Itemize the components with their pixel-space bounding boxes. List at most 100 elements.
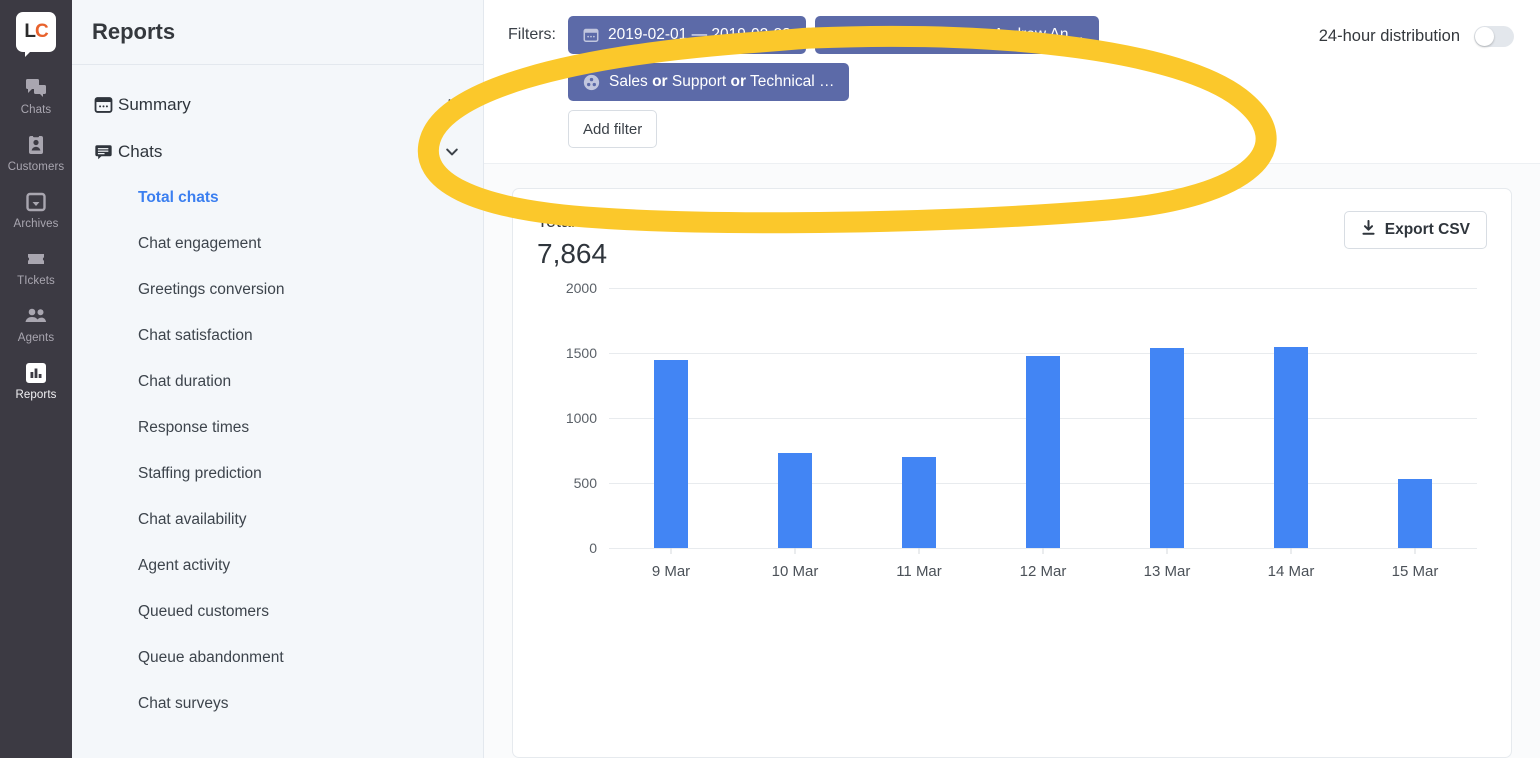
chart-y-tick-label: 0 — [589, 540, 597, 556]
info-icon[interactable]: i — [631, 214, 647, 229]
agents-part-2: Andrew An… — [990, 26, 1085, 43]
sidebar-item-staffing-prediction[interactable]: Staffing prediction — [72, 451, 483, 497]
archives-icon — [24, 189, 48, 215]
chart-bar-column[interactable] — [981, 288, 1105, 554]
groups-part-3: Technical … — [746, 73, 835, 90]
add-filter-button[interactable]: Add filter — [568, 110, 658, 148]
filter-pill-agents-label: Jane Janeowsky or Andrew An… — [856, 26, 1084, 44]
chats-icon — [24, 75, 48, 101]
chart-x-tick — [1042, 548, 1044, 554]
sidebar-item-queue-abandonment[interactable]: Queue abandonment — [72, 635, 483, 681]
chart-x-axis-label: 11 Mar — [896, 563, 942, 580]
card-header-left: Total chats i 7,864 — [537, 211, 647, 270]
chart-bar[interactable] — [1150, 347, 1184, 548]
chart-x-tick — [918, 548, 920, 554]
sidebar-item-chat-surveys[interactable]: Chat surveys — [72, 681, 483, 727]
rail-label-chats: Chats — [20, 104, 52, 116]
sidebar-item-label: Chat satisfaction — [138, 327, 253, 344]
filter-pill-groups-label: Sales or Support or Technical … — [609, 73, 834, 91]
export-csv-label: Export CSV — [1384, 221, 1470, 238]
sidebar-item-label: Queue abandonment — [138, 649, 284, 666]
sidebar-item-label: Chat surveys — [138, 695, 229, 712]
filter-pill-date-range-label: 2019-02-01 — 2019-02-28 — [608, 26, 791, 43]
rail-item-chats[interactable]: Chats — [0, 66, 72, 123]
groups-part-2: Support — [667, 73, 731, 90]
sidebar-item-chat-engagement[interactable]: Chat engagement — [72, 221, 483, 267]
sidebar-item-chat-satisfaction[interactable]: Chat satisfaction — [72, 313, 483, 359]
rail-item-reports[interactable]: Reports — [0, 351, 72, 408]
sidebar-item-label: Chat duration — [138, 373, 232, 390]
nav-group-chats[interactable]: Chats — [72, 128, 483, 175]
agents-icon — [23, 303, 49, 329]
sidebar-item-label: Chat engagement — [138, 235, 262, 252]
chart-bar-column[interactable] — [1105, 288, 1229, 554]
rail-item-customers[interactable]: Customers — [0, 123, 72, 180]
chart-bar[interactable] — [1026, 355, 1060, 548]
customers-icon — [24, 132, 48, 158]
agents-part-1: Jane Janeowsky — [855, 26, 975, 43]
export-csv-button[interactable]: Export CSV — [1343, 211, 1487, 249]
filter-pill-agents[interactable]: Jane Janeowsky or Andrew An… — [814, 16, 1100, 54]
sidebar-item-agent-activity[interactable]: Agent activity — [72, 543, 483, 589]
distribution-toggle-group: 24-hour distribution — [1319, 26, 1514, 47]
agent-avatar-icon — [830, 27, 847, 44]
sidebar-item-label: Chat availability — [138, 511, 247, 528]
logo-letter-c: C — [34, 21, 49, 42]
filter-pills: 2019-02-01 — 2019-02-28 Jane Janeowsky o… — [568, 16, 1248, 101]
nav-group-summary[interactable]: Summary — [72, 81, 483, 128]
chart-x-tick — [670, 548, 672, 554]
distribution-toggle[interactable] — [1474, 26, 1514, 47]
rail-item-tickets[interactable]: TIckets — [0, 237, 72, 294]
chart-x-axis-label: 10 Mar — [771, 563, 819, 580]
filter-pill-date-range[interactable]: 2019-02-01 — 2019-02-28 — [568, 16, 806, 54]
sidebar-item-queued-customers[interactable]: Queued customers — [72, 589, 483, 635]
chart-bar-column[interactable] — [609, 288, 733, 554]
primary-nav-rail: LC Chats Customers Archives TIckets Agen… — [0, 0, 72, 758]
chart-y-tick-label: 500 — [573, 475, 597, 491]
total-chats-value: 7,864 — [537, 238, 608, 269]
rail-label-customers: Customers — [7, 161, 65, 173]
nav-group-label-summary: Summary — [118, 94, 191, 114]
chart-bar-column[interactable] — [733, 288, 857, 554]
chart-x-tick — [794, 548, 796, 554]
logo-letter-l: L — [24, 21, 36, 42]
chart-bar-column[interactable] — [1229, 288, 1353, 554]
rail-item-agents[interactable]: Agents — [0, 294, 72, 351]
chevron-right-icon[interactable] — [445, 98, 459, 112]
sidebar-item-greetings-conversion[interactable]: Greetings conversion — [72, 267, 483, 313]
chart-x-axis-label: 15 Mar — [1391, 563, 1439, 580]
rail-label-agents: Agents — [17, 332, 55, 344]
filter-pills-container: 2019-02-01 — 2019-02-28 Jane Janeowsky o… — [568, 16, 1248, 148]
chart-y-tick-label: 1000 — [565, 410, 597, 426]
reports-panel-header: Reports — [72, 0, 483, 65]
chart-bar-column[interactable] — [857, 288, 981, 554]
chart-x-axis-label: 9 Mar — [651, 563, 691, 580]
app-root: LC Chats Customers Archives TIckets Agen… — [0, 0, 1540, 758]
rail-item-archives[interactable]: Archives — [0, 180, 72, 237]
sidebar-item-chat-duration[interactable]: Chat duration — [72, 359, 483, 405]
download-icon — [1361, 219, 1376, 241]
sidebar-item-total-chats[interactable]: Total chats — [72, 175, 483, 221]
calendar-icon — [583, 27, 599, 43]
agents-conj-1: or — [974, 26, 991, 43]
sidebar-item-label: Total chats — [138, 189, 219, 206]
chart-bar[interactable] — [902, 457, 936, 548]
filter-pill-groups[interactable]: Sales or Support or Technical … — [568, 63, 850, 101]
filters-label: Filters: — [508, 26, 556, 43]
chart-bars — [609, 288, 1477, 554]
chart-bar[interactable] — [1398, 479, 1432, 548]
chart-x-axis-label: 12 Mar — [1019, 563, 1067, 580]
chart-bar[interactable] — [654, 359, 688, 548]
group-icon — [583, 74, 600, 91]
chart-bar-column[interactable] — [1353, 288, 1477, 554]
chart-bar[interactable] — [1274, 346, 1308, 548]
livechat-logo: LC — [16, 12, 56, 57]
chart-bar[interactable] — [778, 453, 812, 548]
chevron-down-icon[interactable] — [445, 145, 459, 159]
chart-x-axis-labels: 9 Mar 10 Mar 11 Mar 12 Mar 13 Mar 14 Mar 15 Ma… — [609, 563, 1477, 580]
sidebar-item-response-times[interactable]: Response times — [72, 405, 483, 451]
rail-label-tickets-archives: Archives — [13, 218, 59, 230]
add-filter-label: Add filter — [583, 120, 643, 138]
sidebar-item-chat-availability[interactable]: Chat availability — [72, 497, 483, 543]
nav-group-label-chats: Chats — [118, 141, 163, 161]
